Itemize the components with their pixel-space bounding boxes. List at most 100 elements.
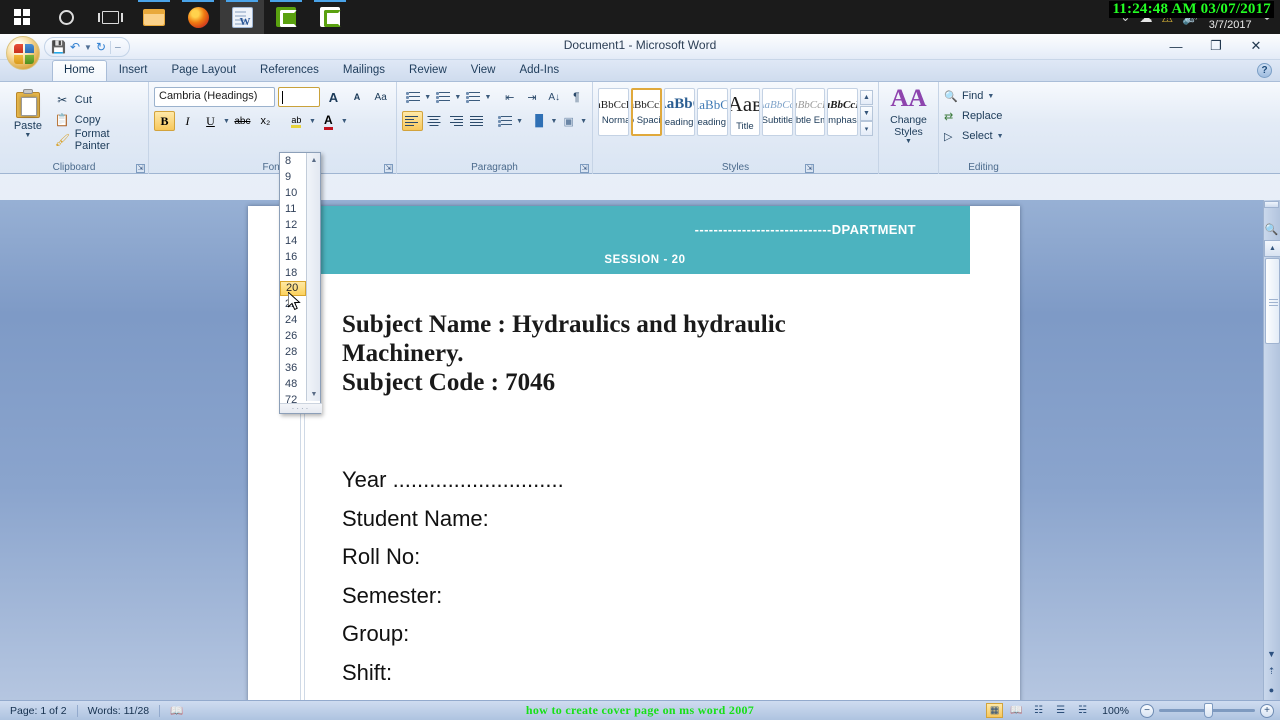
web-layout-icon[interactable]: ☷ (1030, 703, 1047, 718)
italic-button[interactable]: I (177, 111, 198, 131)
select-browse-object-icon[interactable]: 🔍 (1263, 220, 1280, 239)
align-left-button[interactable] (402, 111, 423, 131)
office-button[interactable] (6, 36, 40, 70)
file-explorer-button[interactable] (132, 0, 176, 34)
underline-dropdown-icon[interactable]: ▼ (223, 118, 230, 125)
style-heading-1[interactable]: AaBbC̱ Heading 1 (664, 88, 695, 136)
help-button[interactable]: ? (1257, 63, 1272, 78)
numbering-button[interactable] (432, 87, 453, 107)
text-highlight-button[interactable]: ab (286, 111, 307, 131)
select-browse-object-button[interactable]: ● (1263, 681, 1280, 698)
zoom-out-button[interactable]: − (1140, 703, 1154, 718)
find-button[interactable]: 🔍 Find ▼ (944, 86, 1023, 106)
format-painter-button[interactable]: 🖌 Format Painter (51, 128, 143, 152)
tab-insert[interactable]: Insert (107, 60, 160, 81)
tab-references[interactable]: References (248, 60, 331, 81)
paste-dropdown-icon[interactable]: ▼ (5, 132, 51, 139)
line-spacing-button[interactable] (494, 111, 515, 131)
dropdown-resize-grip[interactable]: ···· (280, 403, 322, 413)
style-subtitle[interactable]: AaBbCc. Subtitle (762, 88, 793, 136)
firefox-button[interactable] (176, 0, 220, 34)
change-styles-dropdown-icon[interactable]: ▼ (884, 138, 933, 145)
print-layout-icon[interactable]: ▦ (986, 703, 1004, 718)
document-page[interactable]: -----------------------------DPARTMENT S… (248, 206, 1020, 708)
clear-formatting-button[interactable]: Aa (370, 87, 391, 107)
underline-button[interactable]: U (200, 111, 221, 131)
scroll-down-icon[interactable]: ▼ (1263, 645, 1280, 662)
styles-dialog-launcher[interactable]: ⇲ (805, 164, 814, 173)
full-screen-reading-icon[interactable]: 📖 (1008, 703, 1025, 718)
task-view-button[interactable] (88, 0, 132, 34)
camtasia-studio-button[interactable] (308, 0, 352, 34)
bold-button[interactable]: B (154, 111, 175, 131)
font-dialog-launcher[interactable]: ⇲ (384, 164, 393, 173)
scroll-up-icon[interactable]: ▲ (1264, 240, 1280, 257)
replace-button[interactable]: ⇄ Replace (944, 106, 1023, 126)
style-emphasis[interactable]: AaBbCcDc Emphasis (827, 88, 858, 136)
shading-button[interactable]: █ (529, 111, 550, 131)
dropdown-scroll-down-icon[interactable]: ▼ (307, 387, 321, 401)
font-size-option-11[interactable]: 11 (280, 201, 306, 217)
font-size-option-9[interactable]: 9 (280, 169, 306, 185)
cut-button[interactable]: ✂ Cut (51, 90, 143, 110)
word-button[interactable] (220, 0, 264, 34)
bullets-button[interactable] (402, 87, 423, 107)
zoom-level[interactable]: 100% (1096, 705, 1135, 717)
font-size-option-12[interactable]: 12 (280, 217, 306, 233)
split-window-handle[interactable] (1264, 201, 1279, 208)
clipboard-dialog-launcher[interactable]: ⇲ (136, 164, 145, 173)
tab-add-ins[interactable]: Add-Ins (507, 60, 571, 81)
font-size-option-48[interactable]: 48 (280, 376, 306, 392)
shading-dropdown-icon[interactable]: ▼ (550, 118, 557, 125)
font-size-dropdown[interactable]: 8 9 10 11 12 14 16 18 20 22 24 26 28 36 … (279, 152, 322, 414)
font-size-option-16[interactable]: 16 (280, 249, 306, 265)
styles-scroll-down-icon[interactable]: ▼ (860, 105, 873, 121)
font-size-option-28[interactable]: 28 (280, 344, 306, 360)
outline-icon[interactable]: ☰ (1052, 703, 1069, 718)
tab-view[interactable]: View (459, 60, 508, 81)
show-formatting-marks-button[interactable]: ¶ (566, 87, 587, 107)
font-size-option-26[interactable]: 26 (280, 328, 306, 344)
decrease-indent-button[interactable]: ⇤ (499, 87, 520, 107)
subscript-button[interactable]: x₂ (255, 111, 276, 131)
grow-font-button[interactable]: A (323, 87, 344, 107)
tab-mailings[interactable]: Mailings (331, 60, 397, 81)
styles-scroll-up-icon[interactable]: ▲ (860, 90, 873, 105)
style-no-spacing[interactable]: AaBbCcDc No Spacing (630, 88, 663, 136)
sort-button[interactable]: A↓ (544, 87, 565, 107)
style-heading-2[interactable]: AaBbCc Heading 2 (696, 88, 728, 136)
scrollbar-thumb[interactable] (1265, 258, 1280, 344)
zoom-slider[interactable] (1159, 703, 1255, 718)
highlight-dropdown-icon[interactable]: ▼ (309, 118, 316, 125)
style-subtle-emphasis[interactable]: AaBbCcDc Subtle Em... (794, 88, 826, 136)
paste-button[interactable]: Paste ▼ (5, 86, 51, 174)
start-button[interactable] (0, 0, 44, 34)
line-spacing-dropdown-icon[interactable]: ▼ (516, 118, 523, 125)
camtasia-button[interactable] (264, 0, 308, 34)
increase-indent-button[interactable]: ⇥ (521, 87, 542, 107)
maximize-button[interactable]: ❐ (1196, 35, 1236, 57)
style-title[interactable]: Aaʙ Title (729, 88, 761, 136)
styles-more-icon[interactable]: ▾ (860, 121, 873, 136)
zoom-slider-handle[interactable] (1204, 703, 1213, 718)
dropdown-scroll-up-icon[interactable]: ▲ (307, 153, 321, 167)
style-normal[interactable]: AaBbCcDc ¶ Normal (598, 88, 629, 136)
font-size-combobox[interactable] (277, 87, 321, 107)
copy-button[interactable]: 📋 Copy (51, 110, 143, 130)
strikethrough-button[interactable]: abc (232, 111, 253, 131)
minimize-button[interactable]: — (1156, 35, 1196, 57)
close-button[interactable]: ✕ (1236, 35, 1276, 57)
numbering-dropdown-icon[interactable]: ▼ (454, 94, 461, 101)
tab-review[interactable]: Review (397, 60, 459, 81)
multilevel-list-button[interactable] (462, 87, 483, 107)
align-center-button[interactable] (424, 111, 445, 131)
font-color-dropdown-icon[interactable]: ▼ (341, 118, 348, 125)
align-right-button[interactable] (445, 111, 466, 131)
font-size-option-8[interactable]: 8 (280, 153, 306, 169)
draft-icon[interactable]: ☵ (1074, 703, 1091, 718)
tab-page-layout[interactable]: Page Layout (159, 60, 248, 81)
justify-button[interactable] (467, 111, 488, 131)
find-dropdown-icon[interactable]: ▼ (987, 93, 994, 100)
cortana-search-button[interactable] (44, 0, 88, 34)
tab-home[interactable]: Home (52, 60, 107, 81)
